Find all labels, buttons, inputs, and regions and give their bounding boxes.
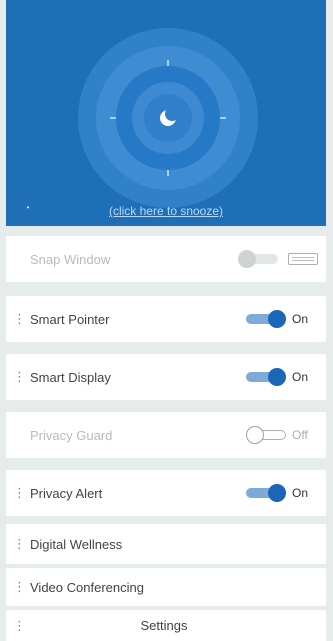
row-smart-pointer: ⋮ Smart Pointer On: [6, 296, 326, 342]
row-privacy-guard: ⋮ Privacy Guard Off: [6, 412, 326, 458]
privacy-alert-status: On: [292, 486, 309, 500]
drag-handle-icon[interactable]: ⋮: [12, 579, 26, 595]
drag-handle-icon[interactable]: ⋮: [12, 311, 26, 327]
keyboard-icon: [288, 253, 318, 265]
smart-pointer-toggle[interactable]: [246, 310, 286, 328]
video-conferencing-label[interactable]: Video Conferencing: [30, 580, 326, 595]
snap-window-toggle: [238, 250, 278, 268]
snooze-dial[interactable]: [6, 0, 326, 226]
row-snap-window: ⋮ Snap Window: [6, 236, 326, 282]
privacy-guard-label: Privacy Guard: [30, 427, 113, 443]
privacy-alert-label[interactable]: Privacy Alert: [30, 486, 246, 501]
smart-display-label[interactable]: Smart Display: [30, 370, 246, 385]
row-privacy-alert: ⋮ Privacy Alert On: [6, 470, 326, 516]
settings-row[interactable]: ⋮ Settings: [6, 610, 326, 641]
digital-wellness-label[interactable]: Digital Wellness: [30, 537, 326, 552]
row-digital-wellness[interactable]: ⋮ Digital Wellness: [6, 524, 326, 564]
snap-window-label: Snap Window: [30, 251, 111, 267]
smart-features-panel: ◔ (click here to snooze) ⋮ Snap Window ⋮…: [0, 0, 333, 641]
snooze-header[interactable]: ◔ (click here to snooze): [6, 0, 326, 226]
snooze-link[interactable]: (click here to snooze): [6, 204, 326, 218]
privacy-guard-status: Off: [292, 428, 308, 442]
drag-handle-icon[interactable]: ⋮: [12, 485, 26, 501]
smart-display-toggle[interactable]: [246, 368, 286, 386]
smart-display-status: On: [292, 370, 309, 384]
settings-button[interactable]: Settings: [26, 618, 302, 633]
smart-pointer-label[interactable]: Smart Pointer: [30, 312, 246, 327]
privacy-guard-toggle[interactable]: [246, 426, 286, 444]
drag-handle-icon[interactable]: ⋮: [12, 536, 26, 552]
row-video-conferencing[interactable]: ⋮ Video Conferencing: [6, 568, 326, 606]
drag-handle-icon[interactable]: ⋮: [12, 369, 26, 385]
privacy-alert-toggle[interactable]: [246, 484, 286, 502]
row-smart-display: ⋮ Smart Display On: [6, 354, 326, 400]
smart-pointer-status: On: [292, 312, 309, 326]
drag-handle-icon[interactable]: ⋮: [12, 618, 26, 634]
